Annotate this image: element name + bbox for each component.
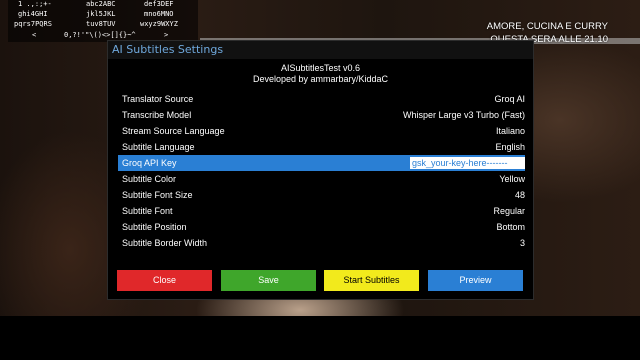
key-4[interactable]: ghi4GHI: [18, 10, 48, 18]
key-1[interactable]: 1 .,:;+-: [18, 0, 52, 8]
key-6[interactable]: mno6MNO: [144, 10, 174, 18]
key-2[interactable]: abc2ABC: [86, 0, 116, 8]
setting-value: English: [495, 142, 525, 152]
save-button[interactable]: Save: [221, 270, 316, 291]
close-button[interactable]: Close: [117, 270, 212, 291]
settings-list: Translator Source Groq AI Transcribe Mod…: [118, 91, 525, 251]
setting-value: Yellow: [499, 174, 525, 184]
dialog-title: AI Subtitles Settings: [108, 41, 533, 59]
setting-label: Subtitle Position: [122, 222, 187, 232]
letterbox-bar: [0, 316, 640, 360]
setting-label: Subtitle Color: [122, 174, 177, 184]
setting-translator-source[interactable]: Translator Source Groq AI: [118, 91, 525, 107]
setting-value: Groq AI: [494, 94, 525, 104]
key-7[interactable]: pqrs7PQRS: [14, 20, 52, 28]
app-author: Developed by ammarbary/KiddaC: [252, 74, 389, 84]
setting-subtitle-border-width[interactable]: Subtitle Border Width 3: [118, 235, 525, 251]
setting-groq-api-key[interactable]: Groq API Key gsk_your-key-here-------: [118, 155, 525, 171]
setting-stream-source-language[interactable]: Stream Source Language Italiano: [118, 123, 525, 139]
setting-value: Regular: [493, 206, 525, 216]
key-5[interactable]: jkl5JKL: [86, 10, 116, 18]
app-name: AISubtitlesTest v0.6: [280, 63, 361, 73]
setting-subtitle-font-size[interactable]: Subtitle Font Size 48: [118, 187, 525, 203]
setting-value: Whisper Large v3 Turbo (Fast): [402, 110, 525, 120]
key-right[interactable]: >: [164, 31, 168, 39]
virtual-keypad: 1 .,:;+- abc2ABC def3DEF ghi4GHI jkl5JKL…: [8, 0, 198, 42]
setting-label: Subtitle Font Size: [122, 190, 193, 200]
key-0[interactable]: 0,?!'"\()<>[]{}~^: [64, 31, 136, 39]
key-8[interactable]: tuv8TUV: [86, 20, 116, 28]
start-subtitles-button[interactable]: Start Subtitles: [324, 270, 419, 291]
key-left[interactable]: <: [32, 31, 36, 39]
setting-subtitle-color[interactable]: Subtitle Color Yellow: [118, 171, 525, 187]
setting-label: Subtitle Language: [122, 142, 195, 152]
setting-label: Translator Source: [122, 94, 194, 104]
channel-info-title: AMORE, CUCINA E CURRY: [486, 21, 608, 32]
setting-value: 3: [519, 238, 525, 248]
setting-subtitle-language[interactable]: Subtitle Language English: [118, 139, 525, 155]
setting-subtitle-position[interactable]: Subtitle Position Bottom: [118, 219, 525, 235]
setting-label: Groq API Key: [122, 158, 177, 168]
key-9[interactable]: wxyz9WXYZ: [140, 20, 178, 28]
setting-label: Transcribe Model: [122, 110, 192, 120]
setting-transcribe-model[interactable]: Transcribe Model Whisper Large v3 Turbo …: [118, 107, 525, 123]
api-key-input[interactable]: gsk_your-key-here-------: [410, 157, 525, 169]
setting-value: 48: [514, 190, 525, 200]
setting-subtitle-font[interactable]: Subtitle Font Regular: [118, 203, 525, 219]
preview-button[interactable]: Preview: [428, 270, 523, 291]
setting-label: Stream Source Language: [122, 126, 225, 136]
setting-label: Subtitle Font: [122, 206, 173, 216]
setting-value: Italiano: [495, 126, 525, 136]
setting-value: Bottom: [496, 222, 525, 232]
key-3[interactable]: def3DEF: [144, 0, 174, 8]
settings-dialog: AI Subtitles Settings AISubtitlesTest v0…: [107, 40, 534, 300]
setting-label: Subtitle Border Width: [122, 238, 208, 248]
